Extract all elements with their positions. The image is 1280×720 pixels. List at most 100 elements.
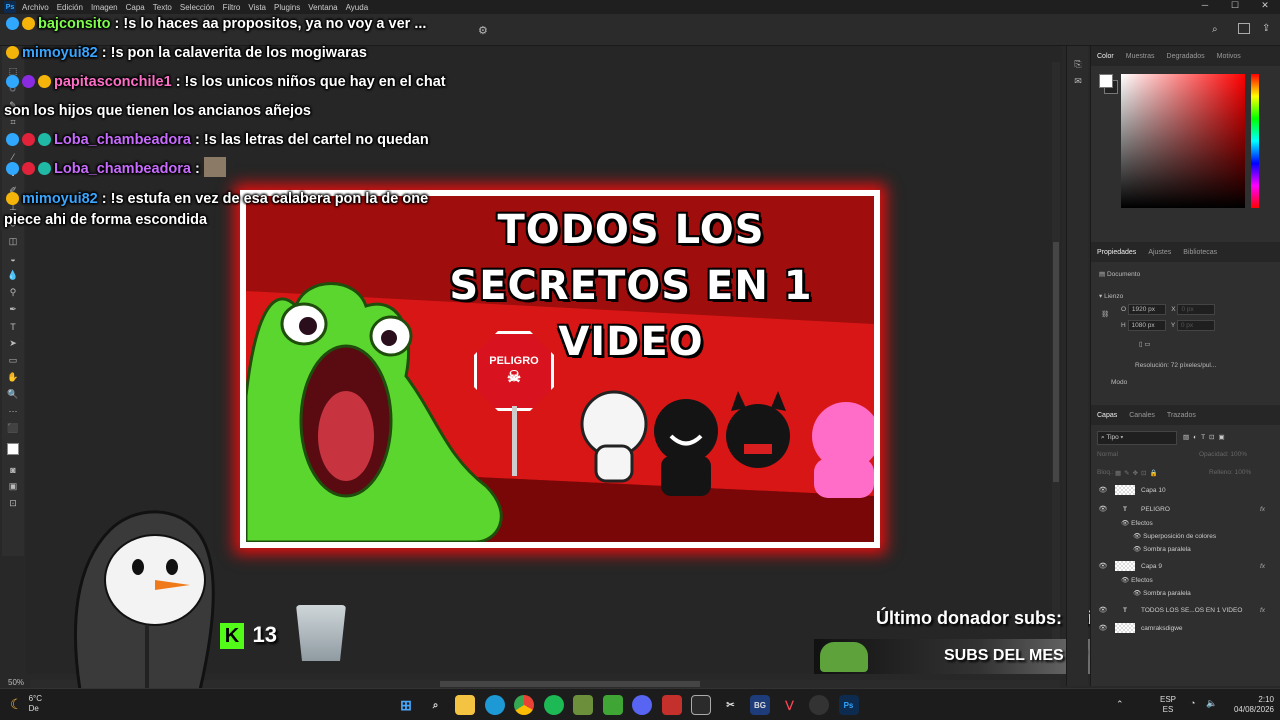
search-icon[interactable]: ⌕ [426,695,446,715]
photoshop-taskbar-icon[interactable]: Ps [838,695,859,715]
layer-row[interactable]: 👁 T PELIGRO fx [1091,502,1271,516]
chrome-icon[interactable] [514,695,534,715]
rectangle-tool-icon[interactable]: ▭ [2,352,24,369]
valorant-icon[interactable]: ⋁ [780,695,800,715]
youtube-icon[interactable] [661,695,682,715]
x-field[interactable]: 0 px [1177,304,1216,315]
clock[interactable]: 2:10 04/08/2026 [1224,695,1274,715]
workspace-icon[interactable] [1238,23,1250,34]
tab-degradados[interactable]: Degradados [1167,53,1205,60]
weather-widget[interactable]: ☾ 6°C De [10,694,42,714]
layer-row[interactable]: 👁 camraksdigwe [1091,621,1271,635]
default-colors-icon[interactable]: ⬛ [2,420,24,437]
pen-tool-icon[interactable]: ✒ [2,301,24,318]
tab-ajustes[interactable]: Ajustes [1148,249,1171,256]
eye-icon[interactable]: 👁 [1097,505,1109,513]
layer-filter-icons[interactable]: ▨◐T⊡▣ [1183,433,1229,441]
eye-icon[interactable]: 👁 [1133,589,1141,597]
hand-tool-icon[interactable]: ✋ [2,369,24,386]
portrait-orientation-icon[interactable]: ▯ [1139,341,1143,348]
quick-mask-icon[interactable]: ◙ [2,461,24,478]
tab-motivos[interactable]: Motivos [1217,53,1241,60]
layer-thumbnail [1115,485,1135,495]
zoom-tool-icon[interactable]: 🔍 [2,386,24,403]
close-icon[interactable]: ✕ [1250,0,1280,11]
eye-icon[interactable]: 👁 [1097,486,1109,494]
fx-icon[interactable]: fx [1260,607,1265,614]
file-explorer-icon[interactable] [455,695,475,715]
effect-row[interactable]: 👁 Sombra paralela [1091,542,1271,556]
fx-icon[interactable]: fx [1260,563,1265,570]
effect-row[interactable]: 👁 Superposición de colores [1091,529,1271,543]
dodge-tool-icon[interactable]: ⚲ [2,284,24,301]
vertical-scrollbar[interactable] [1052,62,1060,674]
volume-icon[interactable]: 🔈 [1206,698,1217,709]
search-icon[interactable]: ⌕ [1212,24,1218,35]
gear-icon[interactable]: ⚙ [478,24,488,37]
eraser-tool-icon[interactable]: ◫ [2,233,24,250]
effects-row[interactable]: 👁 Efectos [1091,516,1271,530]
minimize-icon[interactable]: ─ [1190,0,1220,11]
fx-icon[interactable]: fx [1260,506,1265,513]
eye-icon[interactable]: 👁 [1121,576,1129,584]
y-field[interactable]: 0 px [1176,320,1215,331]
landscape-orientation-icon[interactable]: ▭ [1144,341,1150,348]
tray-chevron-icon[interactable]: ⌃ [1116,699,1124,710]
more-tools-icon[interactable]: ⋯ [2,403,24,420]
height-field[interactable]: 1080 px [1127,320,1166,331]
eye-icon[interactable]: 👁 [1133,532,1141,540]
tab-propiedades[interactable]: Propiedades [1097,249,1136,256]
language-indicator[interactable]: ESP ES [1160,695,1176,715]
windows-start-icon[interactable]: ⊞ [396,695,416,715]
zoom-level[interactable]: 50% [8,678,24,687]
creeper-icon[interactable] [602,695,623,715]
tab-color[interactable]: Color [1097,53,1114,60]
eye-icon[interactable]: 👁 [1121,519,1129,527]
type-tool-icon[interactable]: T [2,318,24,335]
obs-icon[interactable] [809,695,829,715]
fill-field[interactable]: Relleno: 100% [1209,469,1251,476]
foreground-color-icon[interactable] [2,437,24,461]
comments-panel-icon[interactable]: ✉ [1067,73,1089,90]
spotify-icon[interactable] [543,695,564,715]
link-icon[interactable]: ⛓ [1101,310,1109,318]
eye-icon[interactable]: 👁 [1097,606,1109,614]
eye-icon[interactable]: 👁 [1097,624,1109,632]
share-icon[interactable]: ⇪ [1262,23,1270,34]
color-picker-field[interactable] [1121,74,1245,208]
blend-mode-select[interactable]: Normal [1097,451,1118,458]
eye-icon[interactable]: 👁 [1133,545,1141,553]
bucket-tool-icon[interactable]: ◒ [2,250,24,267]
bg-app-icon[interactable]: BG [750,695,770,715]
tab-bibliotecas[interactable]: Bibliotecas [1183,249,1217,256]
history-panel-icon[interactable]: ⎘ [1067,56,1089,73]
maximize-icon[interactable]: ☐ [1220,0,1250,11]
discord-icon[interactable] [632,695,652,715]
blur-tool-icon[interactable]: 💧 [2,267,24,284]
minecraft-icon[interactable] [573,695,593,715]
opacity-field[interactable]: Opacidad: 100% [1199,451,1247,458]
layer-row[interactable]: 👁 Capa 10 [1091,483,1271,497]
wifi-icon[interactable]: ◔ [1190,698,1195,708]
layer-filter-select[interactable]: ⌕ Tipo ▾ [1097,431,1177,445]
effect-row[interactable]: 👁 Sombra paralela [1091,586,1271,600]
width-field[interactable]: 1920 px [1127,304,1166,315]
lock-icons[interactable]: ▦✎✥⊡🔒 [1115,469,1161,477]
path-select-tool-icon[interactable]: ➤ [2,335,24,352]
vertical-scroll-thumb[interactable] [1053,242,1059,482]
foreground-color-swatch[interactable] [1099,74,1113,88]
eye-icon[interactable]: 👁 [1097,562,1109,570]
edit-toolbar-icon[interactable]: ⊡ [2,495,24,512]
chevron-down-icon[interactable]: ▾ [1099,293,1102,300]
capcut-icon[interactable]: ✂ [721,695,741,715]
edge-icon[interactable] [484,695,505,715]
effects-row[interactable]: 👁 Efectos [1091,573,1271,587]
layer-row[interactable]: 👁 T TODOS LOS SE...OS EN 1 VIDEO fx [1091,603,1271,617]
store-icon[interactable] [691,695,711,715]
horizontal-scroll-thumb[interactable] [440,681,700,687]
screen-mode-icon[interactable]: ▣ [2,478,24,495]
weather-temp: 6°C [28,694,42,703]
tab-muestras[interactable]: Muestras [1126,53,1155,60]
hue-slider[interactable] [1251,74,1259,208]
layer-row[interactable]: 👁 Capa 9 fx [1091,559,1271,573]
